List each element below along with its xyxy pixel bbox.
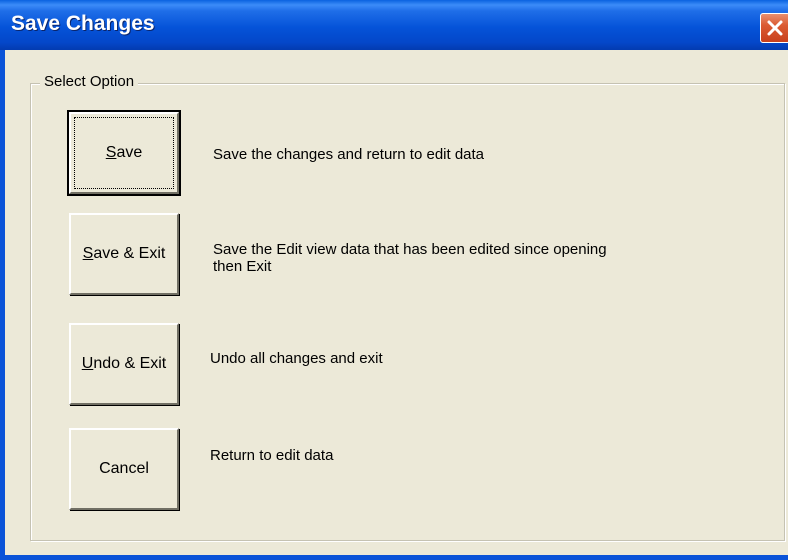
- save-and-exit-button-label: Save & Exit: [82, 245, 166, 262]
- cancel-button-label: Cancel: [99, 460, 149, 477]
- window-frame-bottom: [0, 555, 788, 560]
- group-legend: Select Option: [40, 73, 139, 90]
- title-bar[interactable]: Save Changes: [0, 0, 788, 50]
- cancel-button[interactable]: Cancel: [69, 428, 179, 510]
- save-description: Save the changes and return to edit data: [213, 146, 485, 163]
- save-changes-dialog: Save Changes Select Option Save Save the…: [0, 0, 788, 560]
- window-title: Save Changes: [11, 12, 155, 35]
- save-button[interactable]: Save: [67, 110, 181, 196]
- close-button[interactable]: [760, 13, 788, 43]
- save-and-exit-button[interactable]: Save & Exit: [69, 213, 179, 295]
- undo-and-exit-description: Undo all changes and exit: [210, 350, 383, 367]
- save-and-exit-description: Save the Edit view data that has been ed…: [213, 241, 607, 275]
- cancel-description: Return to edit data: [210, 447, 334, 464]
- save-button-label: Save: [105, 144, 143, 161]
- undo-and-exit-button[interactable]: Undo & Exit: [69, 323, 179, 405]
- undo-and-exit-button-label: Undo & Exit: [81, 355, 167, 372]
